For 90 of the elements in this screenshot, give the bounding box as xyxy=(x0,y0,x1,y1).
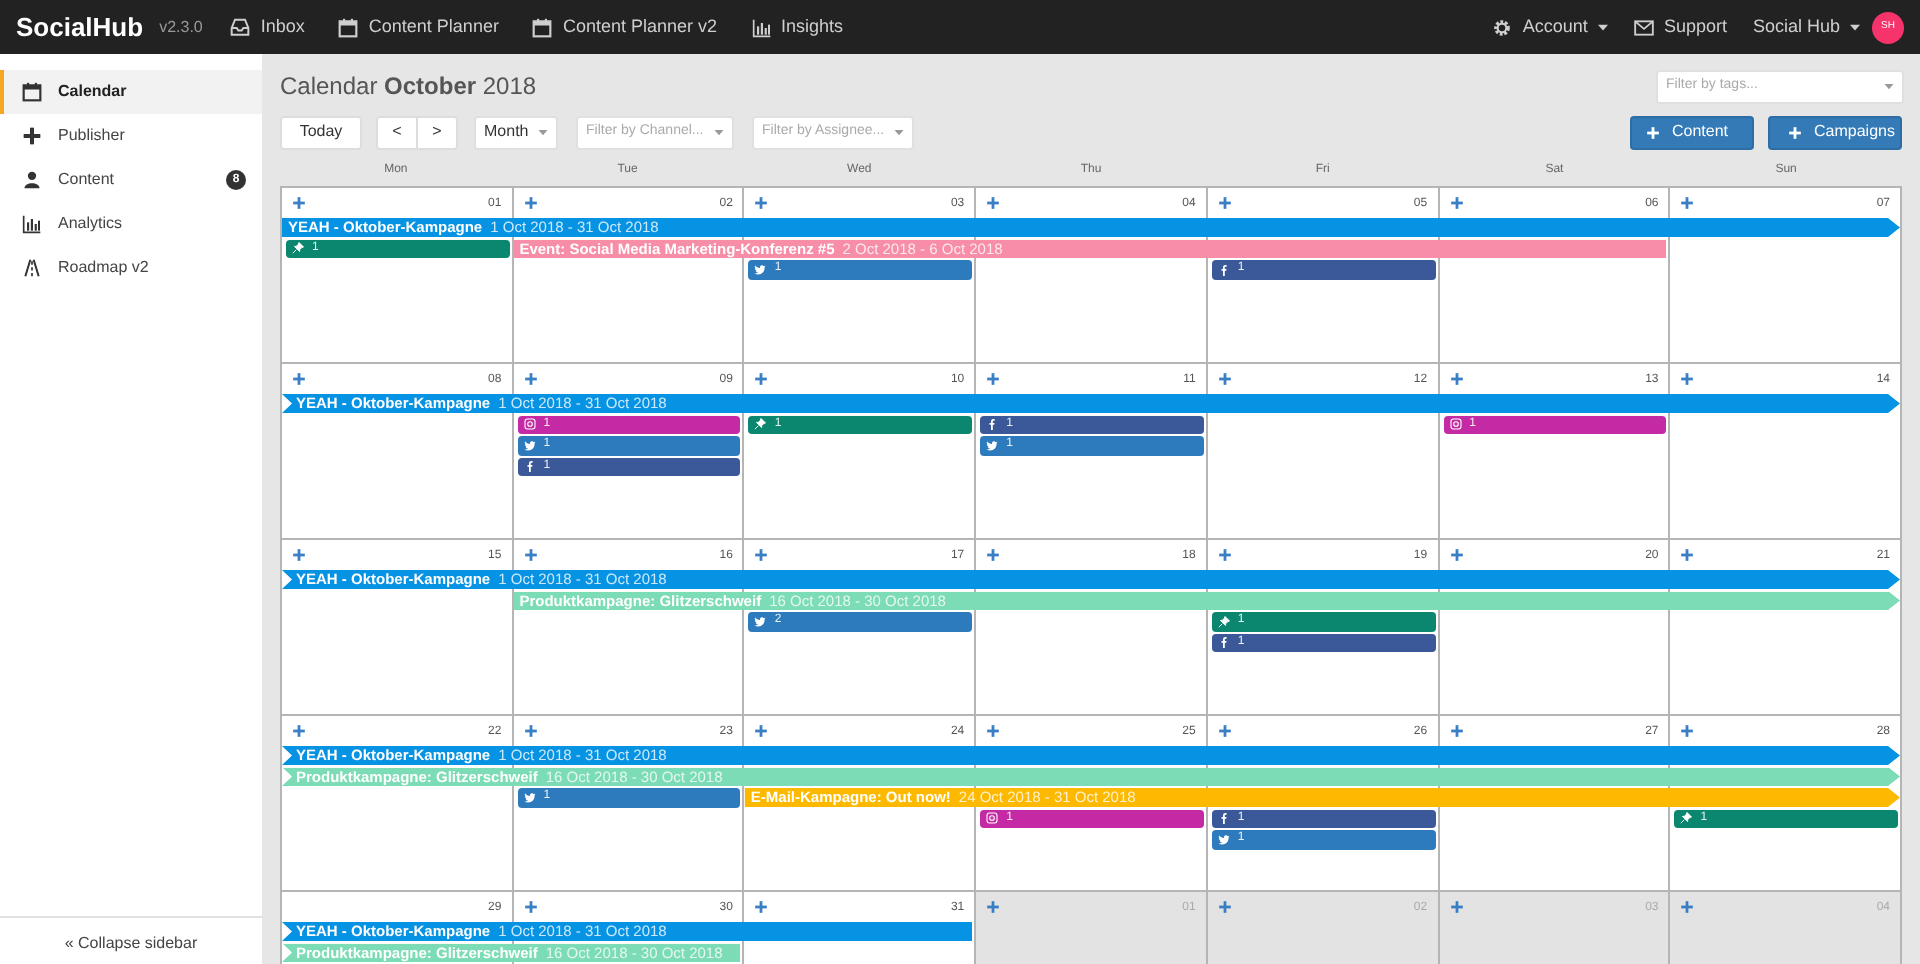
plus-icon xyxy=(1646,125,1660,139)
add-plus-icon[interactable] xyxy=(292,724,306,738)
add-plus-icon[interactable] xyxy=(292,372,306,386)
f-logo-icon xyxy=(1217,636,1230,649)
add-plus-icon[interactable] xyxy=(1217,372,1232,386)
bird-icon xyxy=(986,439,999,452)
plus-icon xyxy=(1788,125,1802,139)
add-plus-icon[interactable] xyxy=(986,196,1001,210)
calendar-icon xyxy=(338,17,359,37)
add-plus-icon[interactable] xyxy=(1449,372,1464,386)
pin-icon xyxy=(292,242,304,255)
add-plus-icon[interactable] xyxy=(1217,900,1232,914)
add-plus-icon[interactable] xyxy=(986,724,1001,738)
add-plus-icon[interactable] xyxy=(292,196,306,210)
nav-link[interactable]: Content Planner xyxy=(338,13,499,41)
inbox-icon xyxy=(230,17,251,37)
add-plus-icon[interactable] xyxy=(1449,724,1464,738)
add-plus-icon[interactable] xyxy=(1680,548,1695,562)
add-plus-icon[interactable] xyxy=(1680,724,1695,738)
add-plus-icon[interactable] xyxy=(754,900,769,914)
add-plus-icon[interactable] xyxy=(1217,196,1232,210)
envelope-icon xyxy=(1633,17,1654,37)
pin-icon xyxy=(1680,812,1693,825)
f-logo-icon xyxy=(1217,263,1230,276)
nav-link[interactable]: Insights xyxy=(751,13,844,41)
next-button[interactable]: > xyxy=(418,115,458,149)
add-plus-icon[interactable] xyxy=(986,548,1001,562)
add-plus-icon[interactable] xyxy=(754,372,769,386)
caret-icon xyxy=(714,129,724,135)
add-plus-icon[interactable] xyxy=(523,900,538,914)
sidebar-item[interactable]: Calendar xyxy=(0,70,262,114)
collapse-sidebar-link[interactable]: « Collapse sidebar xyxy=(0,916,262,956)
bird-icon xyxy=(523,439,536,452)
bar-chart-icon xyxy=(751,17,772,37)
sidebar-item[interactable]: Analytics xyxy=(0,202,262,246)
version-label: v2.3.0 xyxy=(159,15,203,39)
caret-icon xyxy=(538,129,548,135)
app-logo[interactable]: SocialHub xyxy=(16,7,144,47)
add-content-button[interactable]: Content xyxy=(1630,115,1754,149)
add-plus-icon[interactable] xyxy=(1680,196,1695,210)
add-plus-icon[interactable] xyxy=(523,724,538,738)
f-logo-icon xyxy=(523,460,536,473)
f-logo-icon xyxy=(1217,812,1230,825)
add-plus-icon[interactable] xyxy=(754,548,769,562)
add-plus-icon[interactable] xyxy=(1449,548,1464,562)
plus-icon xyxy=(22,126,42,146)
today-button[interactable]: Today xyxy=(280,115,362,149)
add-plus-icon[interactable] xyxy=(292,548,306,562)
user-menu-link[interactable]: Support xyxy=(1633,13,1727,41)
camera-icon xyxy=(986,812,999,825)
pin-icon xyxy=(754,418,767,431)
add-plus-icon[interactable] xyxy=(523,372,538,386)
bar-chart-icon xyxy=(22,214,42,234)
add-plus-icon[interactable] xyxy=(1680,372,1695,386)
nav-link[interactable]: Inbox xyxy=(230,13,305,41)
bird-icon xyxy=(754,615,767,628)
nav-link[interactable]: Content Planner v2 xyxy=(532,13,718,41)
sidebar-item[interactable]: Roadmap v2 xyxy=(0,246,262,290)
camera-icon xyxy=(1449,418,1462,431)
add-plus-icon[interactable] xyxy=(1449,196,1464,210)
add-plus-icon[interactable] xyxy=(986,372,1001,386)
calendar-icon xyxy=(532,17,553,37)
gear-icon xyxy=(1492,17,1513,37)
bird-icon xyxy=(754,263,767,276)
calendar-icon xyxy=(22,82,42,102)
add-plus-icon[interactable] xyxy=(1449,900,1464,914)
caret-icon xyxy=(1884,83,1894,89)
road-icon xyxy=(22,258,42,278)
add-plus-icon[interactable] xyxy=(523,196,538,210)
camera-icon xyxy=(523,418,536,431)
add-plus-icon[interactable] xyxy=(754,196,769,210)
f-logo-icon xyxy=(986,418,999,431)
add-plus-icon[interactable] xyxy=(523,548,538,562)
add-plus-icon[interactable] xyxy=(1680,900,1695,914)
user-menu-link[interactable]: Account xyxy=(1492,13,1608,41)
person-icon xyxy=(22,170,42,190)
bird-icon xyxy=(523,791,536,804)
previous-button[interactable]: < xyxy=(376,115,418,149)
user-menu-link[interactable]: Social Hub xyxy=(1752,13,1860,41)
caret-icon xyxy=(894,129,904,135)
add-plus-icon[interactable] xyxy=(1217,724,1232,738)
page-title: Calendar October 2018 xyxy=(280,70,537,104)
pin-icon xyxy=(1217,615,1230,628)
add-plus-icon[interactable] xyxy=(1217,548,1232,562)
add-plus-icon[interactable] xyxy=(986,900,1001,914)
sidebar-item[interactable]: Publisher xyxy=(0,114,262,158)
add-plus-icon[interactable] xyxy=(754,724,769,738)
add-campaigns-button[interactable]: Campaigns xyxy=(1768,115,1902,149)
bird-icon xyxy=(1217,833,1230,846)
view-dropdown[interactable]: Month xyxy=(474,115,558,149)
